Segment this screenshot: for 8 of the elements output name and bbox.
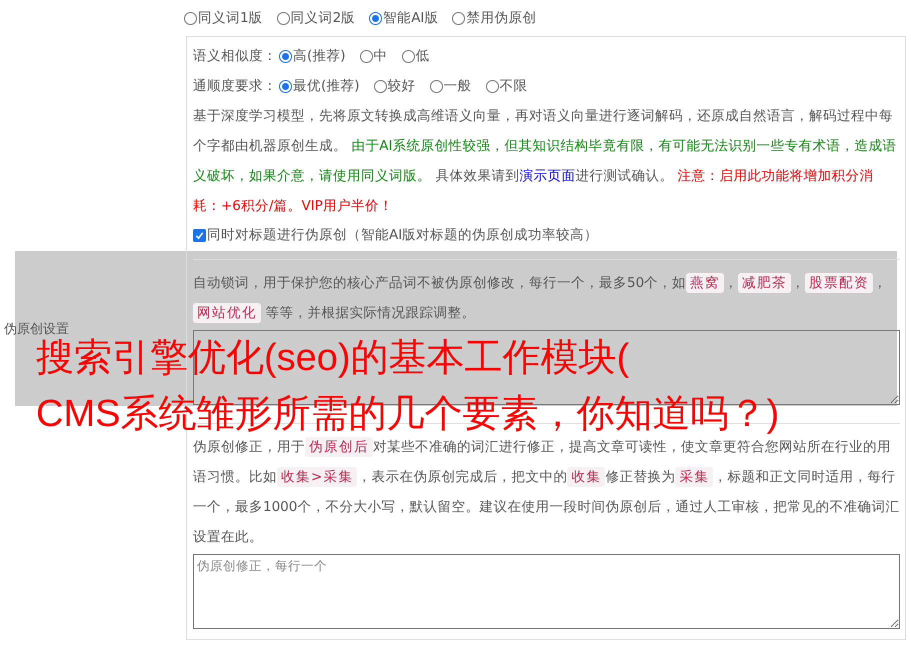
ai-description: 基于深度学习模型，先将原文转换成高维语义向量，再对语义向量进行逐词解码，还原成自然语言，解码过程中每个字都由机器原创生成。 由于AI系统原创性较强，但其知识结构毕竟有限，有可能无法识别一些专有术语，造成语义破坏，如果介意，请使用同义词版。 具体效果请到演示页面进行测试确认。 注意：启用此功能将增加积分消耗：+6积分/篇。VIP用户半价！ [193, 107, 898, 216]
headline-overlay: CMS系统雏形所需的几个要素，你知道吗？) [36, 393, 780, 435]
corrections-description: 伪原创修正，用于 伪原创后 对某些不准确的词汇进行修正，提高文章可读性，使文章更符合您网站所在行业的用语习惯。比如 收集>采集 ，表示在伪原创完成后，把文中的 收集 修正替换为 采集 ，标题和正文同时适用，每行一个，最多1000个，不分大小写，默认留空。建议在使用一段时间伪原创后，通过人工审核，把常见的不准确词汇设置在此。 [193, 436, 900, 547]
section-label: 伪原创设置 [4, 321, 69, 338]
setting-label: 通顺度要求： [193, 77, 277, 95]
headline-overlay: 搜索引擎优化(seo)的基本工作模块( [36, 337, 630, 379]
setting-label: 语义相似度： [193, 47, 277, 65]
checkbox-label: 同时对标题进行伪原创（智能AI版对标题的伪原创成功率较高） [207, 226, 598, 244]
